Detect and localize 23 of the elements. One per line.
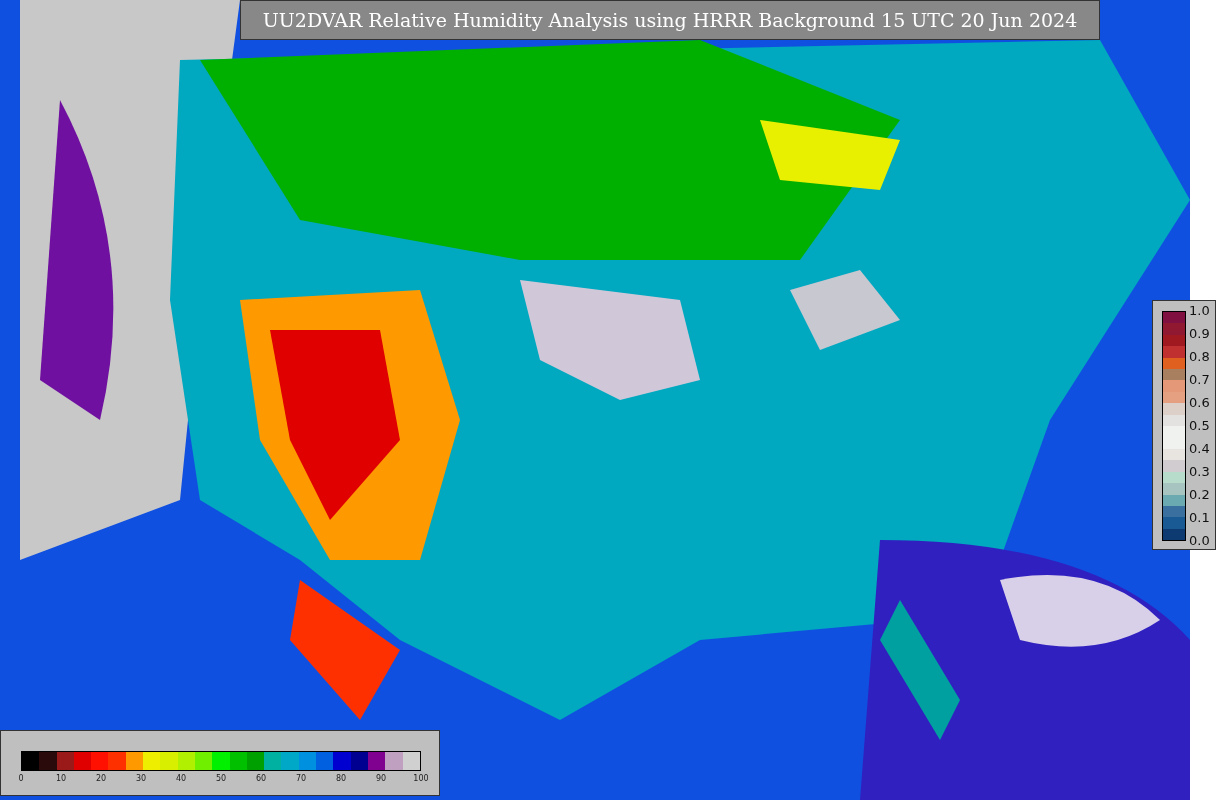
tick-label: 80 [335, 774, 347, 783]
tick-label: 0.1 [1189, 511, 1210, 525]
tick-label: 30 [135, 774, 147, 783]
tick-label: 90 [375, 774, 387, 783]
tick-label: 100 [413, 774, 429, 783]
tick-label: 10 [55, 774, 67, 783]
tick-label: 0 [18, 774, 24, 783]
tick-label: 60 [255, 774, 267, 783]
tick-label: 20 [95, 774, 107, 783]
tick-label: 50 [215, 774, 227, 783]
tick-label: 0.5 [1189, 419, 1210, 433]
tick-label: 0.6 [1189, 396, 1210, 410]
tick-label: 40 [175, 774, 187, 783]
tick-label: 0.0 [1189, 534, 1210, 548]
tick-label: 0.2 [1189, 488, 1210, 502]
map-title: UU2DVAR Relative Humidity Analysis using HRRR Background 15 UTC 20 Jun 2024 [240, 0, 1100, 40]
tick-label: 0.9 [1189, 327, 1210, 341]
tick-label: 0.4 [1189, 442, 1210, 456]
tick-label: 0.7 [1189, 373, 1210, 387]
tick-label: 0.3 [1189, 465, 1210, 479]
tick-label: 0.8 [1189, 350, 1210, 364]
tick-label: 70 [295, 774, 307, 783]
tick-label: 1.0 [1189, 304, 1210, 318]
